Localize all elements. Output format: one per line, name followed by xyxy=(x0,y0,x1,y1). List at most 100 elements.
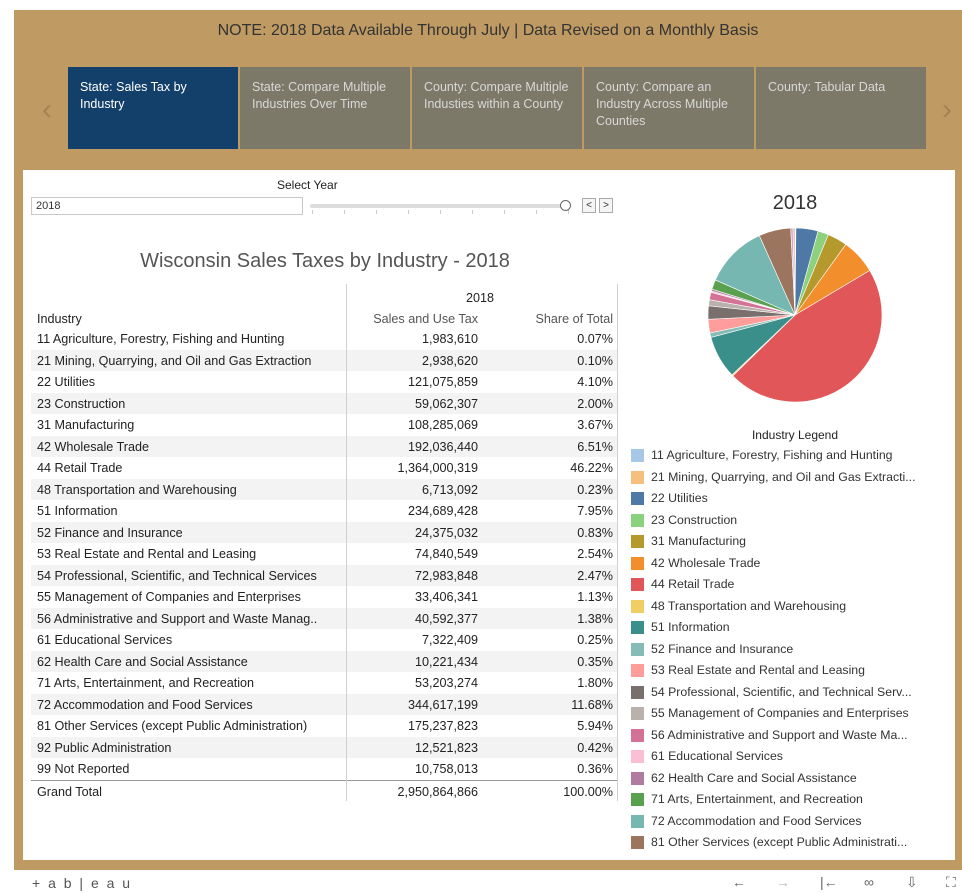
legend-title: Industry Legend xyxy=(751,428,839,442)
tableau-logo[interactable]: + a b | e a u xyxy=(32,875,132,891)
cell-sales-tax: 53,203,274 xyxy=(414,676,478,690)
table-row[interactable]: 56 Administrative and Support and Waste … xyxy=(31,607,617,629)
legend-label: 55 Management of Companies and Enterpris… xyxy=(651,706,909,720)
legend-swatch xyxy=(631,685,644,699)
table-row[interactable]: 53 Real Estate and Rental and Leasing 74,… xyxy=(31,543,617,565)
legend-label: 52 Finance and Insurance xyxy=(651,641,794,656)
legend-swatch xyxy=(631,449,644,462)
cell-industry: 99 Not Reported xyxy=(37,762,130,776)
cell-sales-tax: 7,322,409 xyxy=(421,633,478,647)
year-slider[interactable] xyxy=(310,204,568,208)
cell-sales-tax: 72,983,848 xyxy=(414,568,478,583)
cell-industry: 22 Utilities xyxy=(37,375,96,389)
tab-state-sales-tax-by-industry[interactable]: State: Sales Tax by Industry xyxy=(68,67,238,149)
legend-swatch xyxy=(631,771,644,785)
cell-sales-tax: 1,364,000,319 xyxy=(397,461,478,475)
cell-industry: 21 Mining, Quarrying, and Oil and Gas Ex… xyxy=(37,353,312,368)
toolbar xyxy=(0,872,962,893)
year-prev-button[interactable]: < xyxy=(582,198,596,213)
cell-industry: 54 Professional, Scientific, and Technic… xyxy=(37,568,317,583)
cell-share: 4.10% xyxy=(577,375,613,389)
tab-county-compare-counties[interactable]: County: Compare an Industry Across Multi… xyxy=(584,67,754,149)
slider-tick xyxy=(536,210,537,214)
legend-label: 22 Utilities xyxy=(651,491,708,505)
cell-sales-tax: 40,592,377 xyxy=(414,611,478,626)
cell-sales-tax: 175,237,823 xyxy=(407,719,478,733)
cell-share: 0.83% xyxy=(577,525,613,540)
cell-sales-tax: 24,375,032 xyxy=(414,525,478,540)
total-share: 100.00% xyxy=(563,784,613,799)
chevron-right-icon[interactable]: › xyxy=(932,90,962,130)
table-row[interactable]: 21 Mining, Quarrying, and Oil and Gas Ex… xyxy=(31,349,617,371)
legend-swatch xyxy=(631,492,644,505)
slider-tick xyxy=(568,210,569,214)
table-row[interactable]: 72 Accommodation and Food Services 344,61… xyxy=(31,693,617,715)
legend-swatch xyxy=(631,535,644,548)
total-label: Grand Total xyxy=(37,784,102,799)
cell-industry: 48 Transportation and Warehousing xyxy=(37,482,237,497)
cell-sales-tax: 12,521,823 xyxy=(414,740,478,755)
fullscreen-icon[interactable]: ⛶ xyxy=(946,874,956,891)
legend-label: 44 Retail Trade xyxy=(651,577,735,591)
legend-label: 48 Transportation and Warehousing xyxy=(651,598,847,613)
cell-sales-tax: 10,221,434 xyxy=(414,654,478,669)
table-row[interactable]: 11 Agriculture, Forestry, Fishing and Hu… xyxy=(31,328,617,350)
table-row[interactable]: 51 Information 234,689,428 7.95% xyxy=(31,500,617,522)
legend-label: 71 Arts, Entertainment, and Recreation xyxy=(651,792,863,806)
table-row[interactable]: 42 Wholesale Trade 192,036,440 6.51% xyxy=(31,435,617,457)
tab-state-compare-industries[interactable]: State: Compare Multiple Industries Over … xyxy=(240,67,410,149)
slider-thumb[interactable] xyxy=(560,200,571,211)
table-row[interactable]: 54 Professional, Scientific, and Technic… xyxy=(31,564,617,586)
table-row[interactable]: 81 Other Services (except Public Adminis… xyxy=(31,715,617,737)
industry-pie-chart[interactable] xyxy=(700,225,890,415)
legend-label: 61 Educational Services xyxy=(651,749,783,763)
table-row[interactable]: 62 Health Care and Social Assistance 10,2… xyxy=(31,650,617,672)
tab-county-compare-industries[interactable]: County: Compare Multiple Industies withi… xyxy=(412,67,582,149)
chevron-left-icon[interactable]: ‹ xyxy=(32,90,62,130)
table-row[interactable]: 22 Utilities 121,075,859 4.10% xyxy=(31,371,617,393)
table-row[interactable]: 23 Construction 59,062,307 2.00% xyxy=(31,392,617,414)
table-row[interactable]: 52 Finance and Insurance 24,375,032 0.83% xyxy=(31,521,617,543)
table-row[interactable]: 55 Management of Companies and Enterpris… xyxy=(31,586,617,608)
cell-sales-tax: 59,062,307 xyxy=(414,396,478,411)
table-row[interactable]: 92 Public Administration 12,521,823 0.42% xyxy=(31,736,617,758)
cell-industry: 52 Finance and Insurance xyxy=(37,525,183,540)
table-row[interactable]: 48 Transportation and Warehousing 6,713,0… xyxy=(31,478,617,500)
cell-share: 0.25% xyxy=(577,633,613,647)
header-industry: Industry xyxy=(37,312,82,326)
share-icon[interactable]: ∞ xyxy=(864,874,874,890)
year-next-button[interactable]: > xyxy=(599,198,613,213)
table-row[interactable]: 99 Not Reported 10,758,013 0.36% xyxy=(31,758,617,780)
slider-tick xyxy=(376,210,377,214)
table-row[interactable]: 44 Retail Trade 1,364,000,319 46.22% xyxy=(31,457,617,479)
legend-swatch xyxy=(631,556,644,570)
table-header-year-row: 2018 xyxy=(31,287,617,309)
tab-county-tabular-data[interactable]: County: Tabular Data xyxy=(756,67,926,149)
slider-tick xyxy=(344,210,345,214)
cell-share: 0.42% xyxy=(577,740,613,755)
undo-icon[interactable]: ← xyxy=(732,874,746,890)
legend-swatch xyxy=(631,750,644,763)
table-row[interactable]: 31 Manufacturing 108,285,069 3.67% xyxy=(31,414,617,436)
cell-share: 1.13% xyxy=(577,590,613,604)
table-row[interactable]: 71 Arts, Entertainment, and Recreation 53… xyxy=(31,672,617,694)
download-icon[interactable]: ⇩ xyxy=(906,874,918,891)
cell-share: 1.38% xyxy=(577,611,613,626)
table-header-row: Industry Sales and Use Tax Share of Tota… xyxy=(31,308,617,330)
table-title: Wisconsin Sales Taxes by Industry - 2018 xyxy=(140,250,510,272)
cell-sales-tax: 108,285,069 xyxy=(407,418,478,432)
legend-label: 31 Manufacturing xyxy=(651,534,747,548)
revert-icon[interactable]: |← xyxy=(820,874,838,890)
slider-tick xyxy=(472,210,473,214)
legend-swatch xyxy=(631,664,644,677)
cell-sales-tax: 33,406,341 xyxy=(414,590,478,604)
year-dropdown[interactable]: 2018 xyxy=(31,197,303,215)
cell-share: 6.51% xyxy=(577,439,613,454)
cell-share: 0.10% xyxy=(577,353,613,368)
legend-swatch xyxy=(631,814,644,828)
cell-sales-tax: 74,840,549 xyxy=(414,547,478,561)
redo-icon[interactable]: → xyxy=(776,874,790,890)
table-row[interactable]: 61 Educational Services 7,322,409 0.25% xyxy=(31,629,617,651)
cell-share: 3.67% xyxy=(577,418,613,432)
legend-label: 72 Accommodation and Food Services xyxy=(651,813,862,828)
